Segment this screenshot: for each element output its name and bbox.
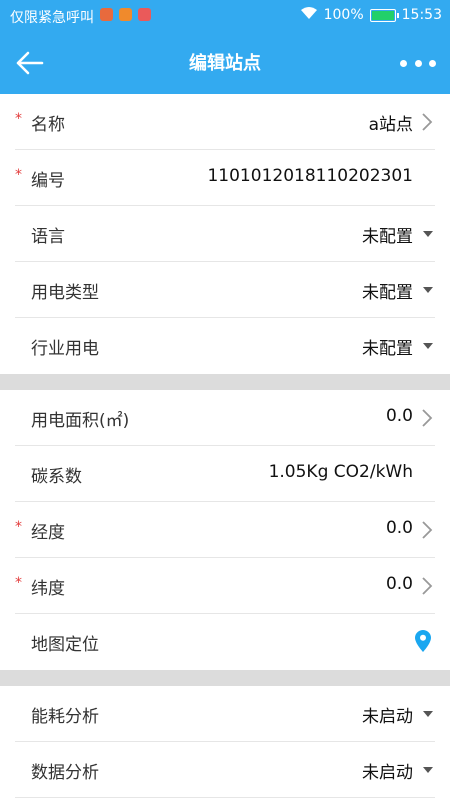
clock: 15:53	[401, 7, 442, 23]
field-label: 地图定位	[31, 635, 99, 655]
more-dot-icon	[414, 59, 422, 67]
site-form: * 名称 a站点 * 编号 110101201811020230​1 语言 未配…	[0, 94, 450, 798]
chevron-right-icon	[422, 113, 433, 131]
field-value: 未启动	[362, 707, 413, 727]
field-label: 碳系数	[31, 467, 82, 487]
power-type-row[interactable]: 用电类型 未配置	[15, 262, 435, 318]
language-row[interactable]: 语言 未配置	[15, 206, 435, 262]
carrier-text: 仅限紧急呼叫	[10, 10, 94, 26]
longitude-row[interactable]: * 经度 0.0	[15, 502, 435, 558]
field-label: 能耗分析	[31, 707, 99, 727]
battery-icon	[369, 8, 399, 22]
field-value: a站点	[368, 115, 413, 135]
field-label: 数据分析	[31, 763, 99, 783]
location-pin-icon[interactable]	[415, 630, 431, 652]
required-star-icon: *	[15, 519, 22, 535]
area-row[interactable]: 用电面积(㎡) 0.0	[15, 390, 435, 446]
status-right: 100% 15:53	[300, 6, 442, 24]
chevron-right-icon	[422, 577, 433, 595]
app-notification-icon	[138, 8, 151, 21]
section-divider	[0, 374, 450, 390]
map-location-row[interactable]: 地图定位	[15, 614, 435, 670]
field-label: 用电类型	[31, 283, 99, 303]
field-label: 经度	[31, 523, 65, 543]
battery-percent: 100%	[323, 7, 364, 23]
app-notification-icon	[119, 8, 132, 21]
field-value: 0.0	[385, 518, 413, 538]
field-value: 0.0	[385, 574, 413, 594]
dropdown-arrow-icon	[423, 287, 433, 293]
app-notification-icon	[100, 8, 113, 21]
name-row[interactable]: * 名称 a站点	[15, 94, 435, 150]
notification-icons	[100, 8, 151, 21]
field-value: 未配置	[362, 283, 413, 303]
field-label: 用电面积(㎡)	[31, 411, 130, 431]
dropdown-arrow-icon	[423, 231, 433, 237]
field-label: 语言	[31, 227, 65, 247]
field-label: 编号	[31, 171, 65, 191]
industry-power-row[interactable]: 行业用电 未配置	[15, 318, 435, 374]
more-options-button[interactable]	[400, 54, 436, 72]
chevron-right-icon	[422, 409, 433, 427]
section-divider	[0, 670, 450, 686]
energy-analysis-row[interactable]: 能耗分析 未启动	[15, 686, 435, 742]
field-label: 名称	[31, 115, 65, 135]
more-dot-icon	[429, 59, 436, 67]
dropdown-arrow-icon	[423, 767, 433, 773]
latitude-row[interactable]: * 纬度 0.0	[15, 558, 435, 614]
field-label: 行业用电	[31, 339, 99, 359]
page-title: 编辑站点	[189, 53, 261, 74]
data-analysis-row[interactable]: 数据分析 未启动	[15, 742, 435, 798]
wifi-icon	[300, 6, 318, 24]
more-dot-icon	[400, 59, 407, 67]
required-star-icon: *	[15, 111, 22, 127]
field-value: 1.05Kg CO2/kWh	[268, 462, 413, 482]
field-label: 纬度	[31, 579, 65, 599]
field-value: 110101201811020230​1	[207, 166, 413, 186]
carbon-factor-row[interactable]: 碳系数 1.05Kg CO2/kWh	[15, 446, 435, 502]
field-value: 未启动	[362, 763, 413, 783]
app-bar: 编辑站点	[0, 32, 450, 94]
dropdown-arrow-icon	[423, 343, 433, 349]
chevron-right-icon	[422, 521, 433, 539]
code-row[interactable]: * 编号 110101201811020230​1	[15, 150, 435, 206]
dropdown-arrow-icon	[423, 711, 433, 717]
field-value: 未配置	[362, 227, 413, 247]
required-star-icon: *	[15, 575, 22, 591]
field-value: 0.0	[385, 406, 413, 426]
status-bar: 仅限紧急呼叫 100% 15:53	[0, 0, 450, 32]
field-value: 未配置	[362, 339, 413, 359]
required-star-icon: *	[15, 167, 22, 183]
